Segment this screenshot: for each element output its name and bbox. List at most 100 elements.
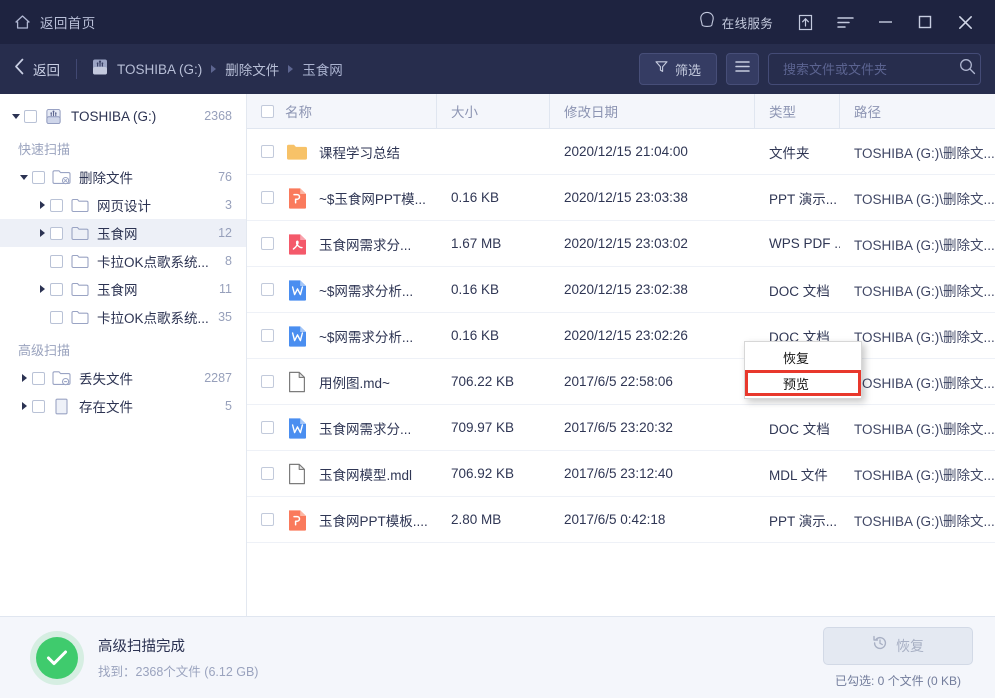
column-header-date[interactable]: 修改日期: [550, 94, 755, 128]
table-row[interactable]: 玉食网模型.mdl 706.92 KB 2017/6/5 23:12:40 MD…: [247, 451, 995, 497]
column-header-label: 大小: [451, 101, 478, 121]
expand-toggle[interactable]: [34, 285, 50, 293]
expand-toggle[interactable]: [34, 201, 50, 209]
table-row[interactable]: 玉食网需求分... 1.67 MB 2020/12/15 23:03:02 WP…: [247, 221, 995, 267]
table-row[interactable]: 玉食网PPT模板.... 2.80 MB 2017/6/5 0:42:18 PP…: [247, 497, 995, 543]
checkbox[interactable]: [50, 311, 63, 324]
table-row[interactable]: ~$玉食网PPT模... 0.16 KB 2020/12/15 23:03:38…: [247, 175, 995, 221]
expand-toggle[interactable]: [8, 114, 24, 119]
checkbox[interactable]: [24, 110, 37, 123]
back-button[interactable]: 返回: [14, 58, 74, 80]
table-row[interactable]: ~$网需求分析... 0.16 KB 2020/12/15 23:02:26 D…: [247, 313, 995, 359]
search-icon[interactable]: [959, 58, 976, 80]
column-header-label: 名称: [285, 101, 312, 121]
sidebar-item-yushiwang-2[interactable]: 玉食网 11: [0, 275, 246, 303]
cell-date: 2020/12/15 23:03:02: [550, 236, 755, 251]
column-header-path[interactable]: 路径: [840, 94, 995, 128]
folder-icon: [70, 198, 89, 213]
minimize-button[interactable]: [865, 0, 905, 44]
home-button[interactable]: 返回首页: [0, 0, 110, 44]
column-header-size[interactable]: 大小: [437, 94, 550, 128]
sidebar-item-count: 35: [218, 310, 232, 324]
breadcrumb-item-2[interactable]: 玉食网: [302, 59, 343, 79]
recover-button[interactable]: 恢复: [823, 627, 973, 665]
context-menu-item-recover[interactable]: 恢复: [745, 344, 861, 370]
close-button[interactable]: [945, 0, 985, 44]
file-name: 用例图.md~: [319, 372, 390, 392]
sidebar-item-label: 丢失文件: [79, 368, 196, 388]
breadcrumb-separator-icon: [288, 65, 293, 73]
expand-toggle[interactable]: [16, 402, 32, 410]
expand-toggle[interactable]: [16, 374, 32, 382]
table-row[interactable]: 课程学习总结 2020/12/15 21:04:00 文件夹 TOSHIBA (…: [247, 129, 995, 175]
upgrade-button[interactable]: [785, 0, 825, 44]
row-checkbox[interactable]: [261, 421, 274, 434]
checkbox[interactable]: [32, 171, 45, 184]
sidebar-item-yushiwang-1[interactable]: 玉食网 12: [0, 219, 246, 247]
row-checkbox[interactable]: [261, 467, 274, 480]
cell-size: 1.67 MB: [437, 236, 550, 251]
row-checkbox[interactable]: [261, 145, 274, 158]
breadcrumb-item-1[interactable]: 删除文件: [225, 59, 279, 79]
sidebar-item-lost-files[interactable]: 丢失文件 2287: [0, 364, 246, 392]
file-table: 名称 大小 修改日期 类型 路径: [247, 94, 995, 616]
sidebar-item-webdesign[interactable]: 网页设计 3: [0, 191, 246, 219]
cell-path: TOSHIBA (G:)\删除文...: [840, 234, 995, 254]
table-body: 课程学习总结 2020/12/15 21:04:00 文件夹 TOSHIBA (…: [247, 129, 995, 616]
online-service-button[interactable]: 在线服务: [687, 11, 785, 33]
nav-actions: 筛选: [639, 53, 981, 85]
row-checkbox[interactable]: [261, 283, 274, 296]
filter-button[interactable]: 筛选: [639, 53, 717, 85]
usb-drive-icon: [91, 58, 109, 81]
table-row[interactable]: 用例图.md~ 706.22 KB 2017/6/5 22:58:06 MD~ …: [247, 359, 995, 405]
sidebar-item-root[interactable]: TOSHIBA (G:) 2368: [0, 102, 246, 130]
path-text: TOSHIBA (G:)\删除文...: [854, 280, 995, 300]
table-row[interactable]: ~$网需求分析... 0.16 KB 2020/12/15 23:02:38 D…: [247, 267, 995, 313]
cell-date: 2020/12/15 23:02:38: [550, 282, 755, 297]
word-file-icon: [286, 325, 308, 347]
sidebar-item-karaoke-2[interactable]: 卡拉OK点歌系统... 35: [0, 303, 246, 331]
sidebar-item-karaoke-1[interactable]: 卡拉OK点歌系统... 8: [0, 247, 246, 275]
checkbox[interactable]: [50, 227, 63, 240]
table-row[interactable]: 玉食网需求分... 709.97 KB 2017/6/5 23:20:32 DO…: [247, 405, 995, 451]
row-checkbox[interactable]: [261, 513, 274, 526]
maximize-icon: [918, 15, 932, 29]
ppt-file-icon: [286, 187, 308, 209]
search-box[interactable]: [768, 53, 981, 85]
checkbox[interactable]: [32, 372, 45, 385]
cell-date: 2017/6/5 23:20:32: [550, 420, 755, 435]
column-header-name[interactable]: 名称: [247, 94, 437, 128]
home-label: 返回首页: [40, 12, 96, 32]
cell-size: 0.16 KB: [437, 328, 550, 343]
checkbox[interactable]: [50, 199, 63, 212]
context-menu-label: 恢复: [783, 348, 809, 367]
path-text: TOSHIBA (G:)\删除文...: [854, 418, 995, 438]
menu-button[interactable]: [825, 0, 865, 44]
sidebar-item-count: 5: [225, 399, 232, 413]
maximize-button[interactable]: [905, 0, 945, 44]
context-menu-item-preview[interactable]: 预览: [745, 370, 861, 396]
cell-name: 用例图.md~: [247, 371, 437, 393]
checkbox[interactable]: [50, 283, 63, 296]
path-text: TOSHIBA (G:)\删除文...: [854, 188, 995, 208]
checkbox[interactable]: [50, 255, 63, 268]
expand-toggle[interactable]: [34, 229, 50, 237]
cell-type: PPT 演示...: [755, 510, 840, 530]
checkbox[interactable]: [32, 400, 45, 413]
sidebar-item-existing-files[interactable]: 存在文件 5: [0, 392, 246, 420]
list-view-button[interactable]: [726, 53, 759, 85]
row-checkbox[interactable]: [261, 375, 274, 388]
breadcrumb-item-0[interactable]: TOSHIBA (G:): [117, 62, 202, 77]
cell-path: TOSHIBA (G:)\删除文...: [840, 326, 995, 346]
sidebar-item-deleted-files[interactable]: 删除文件 76: [0, 163, 246, 191]
search-input[interactable]: [783, 62, 959, 77]
file-name: 玉食网需求分...: [319, 234, 411, 254]
breadcrumb-separator-icon: [211, 65, 216, 73]
row-checkbox[interactable]: [261, 237, 274, 250]
select-all-checkbox[interactable]: [261, 105, 274, 118]
row-checkbox[interactable]: [261, 191, 274, 204]
row-checkbox[interactable]: [261, 329, 274, 342]
column-header-type[interactable]: 类型: [755, 94, 840, 128]
expand-toggle[interactable]: [16, 175, 32, 180]
chevron-right-icon: [22, 402, 27, 410]
